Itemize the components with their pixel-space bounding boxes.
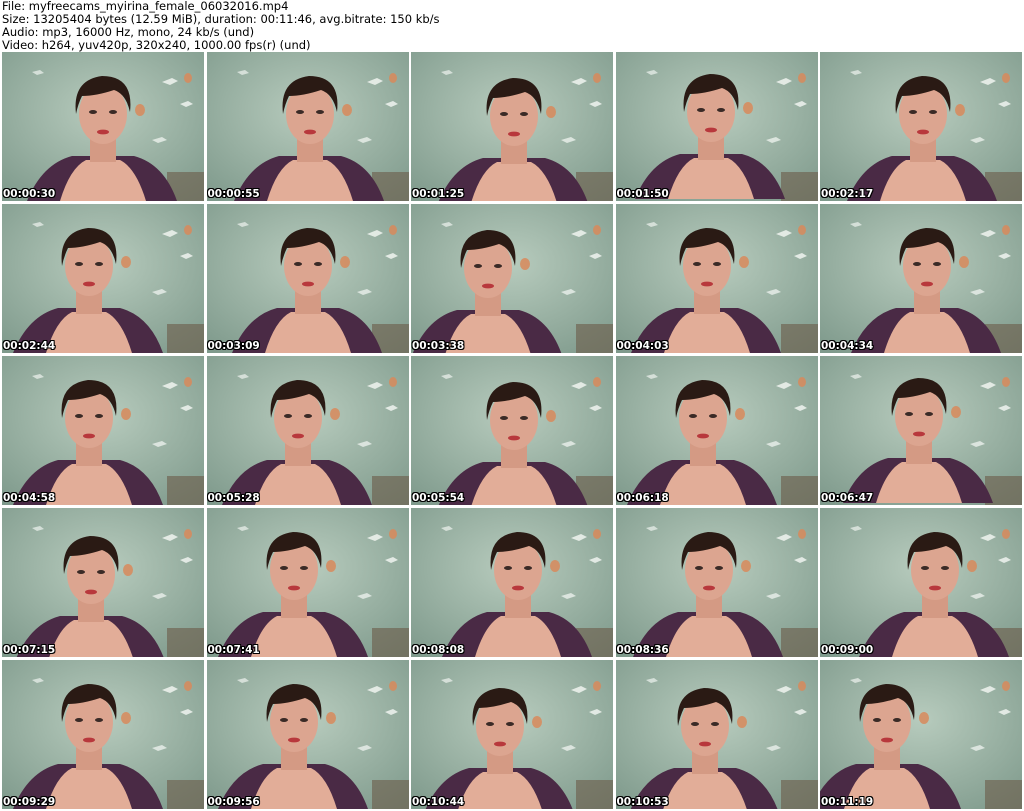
thumbnail-timestamp: 00:09:29 [3, 796, 56, 808]
thumbnail-timestamp: 00:02:44 [3, 340, 56, 352]
webcam-frame-image [615, 508, 818, 657]
thumbnail-timestamp: 00:08:08 [412, 644, 465, 656]
webcam-frame-image [2, 660, 204, 809]
video-thumbnail: 00:07:41 [206, 508, 409, 657]
thumbnail-timestamp: 00:06:18 [616, 492, 669, 504]
video-thumbnail: 00:04:03 [615, 204, 818, 353]
thumbnail-timestamp: 00:01:50 [616, 188, 669, 200]
thumbnail-timestamp: 00:05:54 [412, 492, 465, 504]
video-thumbnail: 00:04:58 [2, 356, 204, 505]
thumbnail-timestamp: 00:09:56 [207, 796, 260, 808]
webcam-frame-image [2, 52, 204, 201]
video-thumbnail: 00:08:36 [615, 508, 818, 657]
thumbnail-timestamp: 00:10:53 [616, 796, 669, 808]
thumbnail-timestamp: 00:04:34 [821, 340, 874, 352]
video-thumbnail: 00:02:44 [2, 204, 204, 353]
webcam-frame-image [2, 204, 204, 353]
webcam-frame-image [820, 52, 1022, 201]
webcam-frame-image [206, 52, 409, 201]
webcam-frame-image [2, 508, 204, 657]
webcam-frame-image [411, 356, 613, 505]
webcam-frame-image [206, 356, 409, 505]
thumbnail-timestamp: 00:00:30 [3, 188, 56, 200]
thumbnail-timestamp: 00:04:03 [616, 340, 669, 352]
video-thumbnail: 00:10:53 [615, 660, 818, 809]
thumbnail-timestamp: 00:03:09 [207, 340, 260, 352]
thumbnail-timestamp: 00:04:58 [3, 492, 56, 504]
webcam-frame-image [206, 204, 409, 353]
webcam-frame-image [820, 204, 1022, 353]
video-thumbnail: 00:06:18 [615, 356, 818, 505]
video-thumbnail: 00:06:47 [820, 356, 1022, 505]
thumbnail-timestamp: 00:06:47 [821, 492, 874, 504]
video-thumbnail: 00:09:56 [206, 660, 409, 809]
thumbnail-timestamp: 00:09:00 [821, 644, 874, 656]
webcam-frame-image [411, 660, 613, 809]
webcam-frame-image [615, 204, 818, 353]
video-thumbnail: 00:09:00 [820, 508, 1022, 657]
video-thumbnail: 00:10:44 [411, 660, 613, 809]
webcam-frame-image [820, 356, 1022, 505]
file-info-header: File: myfreecams_myirina_female_06032016… [2, 0, 1020, 52]
thumbnail-timestamp: 00:07:41 [207, 644, 260, 656]
thumbnail-timestamp: 00:08:36 [616, 644, 669, 656]
webcam-frame-image [411, 52, 613, 201]
video-thumbnail: 00:00:55 [206, 52, 409, 201]
thumbnail-timestamp: 00:03:38 [412, 340, 465, 352]
thumbnail-timestamp: 00:00:55 [207, 188, 260, 200]
video-thumbnail: 00:05:28 [206, 356, 409, 505]
webcam-frame-image [615, 660, 818, 809]
video-thumbnail: 00:07:15 [2, 508, 204, 657]
video-thumbnail: 00:03:09 [206, 204, 409, 353]
video-thumbnail: 00:01:50 [615, 52, 818, 201]
video-thumbnail: 00:08:08 [411, 508, 613, 657]
webcam-frame-image [820, 660, 1022, 809]
video-thumbnail: 00:05:54 [411, 356, 613, 505]
thumbnail-timestamp: 00:01:25 [412, 188, 465, 200]
thumbnail-timestamp: 00:07:15 [3, 644, 56, 656]
video-thumbnail: 00:04:34 [820, 204, 1022, 353]
webcam-frame-image [820, 508, 1022, 657]
video-thumbnail: 00:03:38 [411, 204, 613, 353]
webcam-frame-image [615, 52, 818, 201]
webcam-frame-image [206, 660, 409, 809]
thumbnail-timestamp: 00:05:28 [207, 492, 260, 504]
webcam-frame-image [615, 356, 818, 505]
video-info-line: Video: h264, yuv420p, 320x240, 1000.00 f… [2, 38, 311, 52]
video-thumbnail: 00:01:25 [411, 52, 613, 201]
webcam-frame-image [206, 508, 409, 657]
thumbnail-timestamp: 00:10:44 [412, 796, 465, 808]
video-thumbnail: 00:11:19 [820, 660, 1022, 809]
thumbnail-grid: 00:00:30 00:00:55 00:01:25 00:01:50 00:0… [2, 52, 1022, 809]
thumbnail-timestamp: 00:11:19 [821, 796, 874, 808]
webcam-frame-image [411, 508, 613, 657]
thumbnail-timestamp: 00:02:17 [821, 188, 874, 200]
webcam-frame-image [2, 356, 204, 505]
video-thumbnail: 00:00:30 [2, 52, 204, 201]
webcam-frame-image [411, 204, 613, 353]
video-thumbnail: 00:02:17 [820, 52, 1022, 201]
video-thumbnail: 00:09:29 [2, 660, 204, 809]
